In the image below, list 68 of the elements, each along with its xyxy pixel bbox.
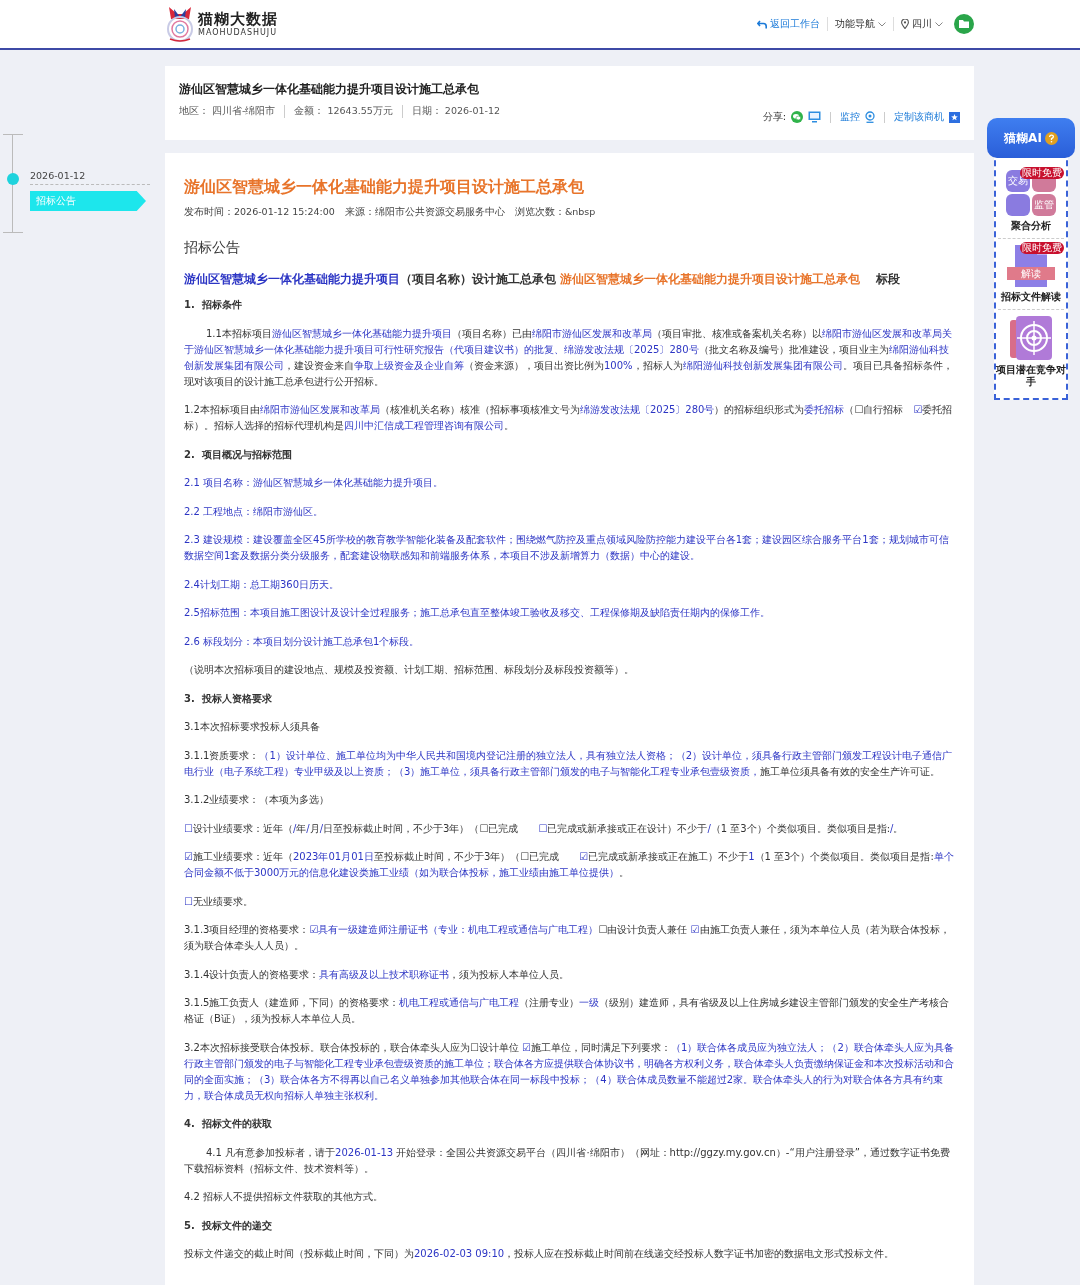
paragraph: 3.1.1资质要求：（1）设计单位、施工单位均为中华人民共和国境内登记注册的独立法人，具有独立法人资格；（2）设计单位，须具备行政主管部门颁发工程设计电子通信广电行业（电子系统工程）专业甲级及以上资质；（3）施工单位，须具备行政主管部门颁发的电子与智能化工程专业承包壹级资质，施工单位须具备有效的安全生产许可证。	[184, 748, 954, 779]
star-bookmark-icon	[949, 111, 960, 123]
subscribe-link[interactable]: 定制该商机	[894, 110, 944, 124]
free-trial-badge: 限时免费	[1020, 242, 1064, 254]
webcam-icon	[865, 111, 875, 123]
logo-name: 猫糊大数据	[198, 11, 278, 28]
paragraph: ☐无业绩要求。	[184, 894, 254, 909]
paragraph: 3.1.4设计负责人的资格要求：具有高级及以上技术职称证书，须为投标人本单位人员。	[184, 967, 571, 982]
target-book-icon	[1010, 316, 1052, 360]
paragraph: ☐设计业绩要求：近年（/年/月/日至投标截止时间，不少于3年）（☐已完成 ☐已完成或新承接或正在设计）不少于/（1 至3个）个类似项目。类似项目是指:/。	[184, 821, 905, 836]
meta-text: 浏览次数：&nbsp	[514, 206, 596, 219]
ai-panel-title: 猫糊AI	[1004, 129, 1042, 147]
paragraph: 2.1 项目名称：游仙区智慧城乡一体化基础能力提升项目。	[184, 476, 445, 490]
meta-text: 来源：绵阳市公共资源交易服务中心	[344, 206, 505, 219]
paragraph: 2.6 标段划分：本项目划分设计施工总承包1个标段。	[184, 634, 421, 649]
ai-tool-label[interactable]: 项目潜在竞争对手	[995, 364, 1067, 388]
paragraph: 3.1.2业绩要求：（本项为多选）	[184, 793, 331, 807]
interpret-ribbon: 解读	[1007, 267, 1055, 280]
share-label: 分享:	[762, 110, 786, 124]
caret-icon	[935, 21, 943, 27]
paragraph: 1.1本招标项目游仙区智慧城乡一体化基础能力提升项目（项目名称）已由绵阳市游仙区发展和改革局（项目审批、核准或备案机关名称）以绵阳市游仙区发展和改革局关于游仙区智慧城乡一体化基础能力提升项目可行性研究报告（代项目建议书）的批复、绵游发改法规〔2025〕280号（批文名称及编号）批准建设，项目业主为绵阳游仙科技创新发展集团有限公司，建设资金来自争取上级资金及企业自筹（资金来源），项目出资比例为100%，招标人为绵阳游仙科技创新发展集团有限公司。项目已具备招标条件，现对该项目的设计施工总承包进行公开招标。	[184, 326, 954, 389]
paragraph: 2.2 工程地点：绵阳市游仙区。	[184, 504, 325, 519]
ai-tool-label[interactable]: 招标文件解读	[995, 291, 1067, 303]
paragraph: 1.2本招标项目由绵阳市游仙区发展和改革局（核准机关名称）核准（招标事项核准文号为绵游发改法规〔2025〕280号）的招标组织形式为委托招标（☐自行招标 ☑委托招标）。招标人选择的招标代理机构是四川中汇信成工程管理咨询有限公司。	[184, 403, 954, 433]
caret-icon	[878, 21, 886, 27]
meta-text: 发布时间：2026-01-12 15:24:00	[184, 206, 335, 219]
paragraph: 2.3 建设规模：建设覆盖全区45所学校的教育教学智能化装备及配套软件；围绕燃气防控及重点领域风险防控能力建设平台各1套；建设园区综合服务平台1套；规划城市可信数据空间1套及数据分类分级服务，配套建设物联感知和前端服务体系，本项目不涉及新增算力（数据）中心的建设。	[184, 533, 950, 563]
tile: 监管	[1032, 194, 1056, 216]
paragraph: 投标文件递交的截止时间（投标截止时间，下同）为2026-02-03 09:10，投标人应在投标截止时间前在线递交经投标人数字证书加密的数据电文形式投标文件。	[184, 1247, 896, 1261]
back-to-workbench-link[interactable]: 返回工作台	[770, 17, 820, 31]
location-pin-icon	[901, 19, 909, 29]
section-title: 招标公告	[184, 239, 241, 255]
paragraph: 3.1.5施工负责人（建造师，下同）的资格要求：机电工程或通信与广电工程（注册专业）一级（级别）建造师，具有省级及以上住房城乡建设主管部门颁发的安全生产考核合格证（B证），须为投标人本单位人员。	[184, 996, 951, 1026]
meta-text: 金额： 12643.55万元	[284, 105, 402, 118]
help-icon[interactable]	[1044, 131, 1058, 145]
meta-text: 日期： 2026-01-12	[401, 105, 510, 118]
paragraph: 3.2本次招标接受联合体投标。联合体投标的，联合体牵头人应为☐设计单位 ☑施工单位，同时满足下列要求：（1）联合体各成员应为独立法人；（2）联合体牵头人应为具备行政主管部门颁发的电子与智能化工程专业承包壹级资质的施工单位；联合体各方应提供联合体协议书，明确各方权利义务，联合体牵头人负责缴纳保证金和本次投标活动和合同的全面实施；（3）联合体各方不得再以自己名义单独参加其他联合体在同一标段中投标；（4）联合体成员数量不能超过2家。联合体牵头人的行为对联合体各方具有约束力，联合体成员无权向招标人单独主张权利。	[184, 1040, 955, 1103]
paragraph: ☑施工业绩要求：近年（2023年01月01日至投标截止时间，不少于3年）（☐已完成 ☑已完成或新承接或正在施工）不少于1（1 至3个）个类似项目。类似项目是指:单个合同金额不低于3000万元的信息化建设类施工业绩（如为联合体投标，施工业绩由施工单位提供）。	[184, 850, 955, 880]
paragraph: 2.5招标范围：本项目施工图设计及设计全过程服务；施工总承包直至整体竣工验收及移交、工程保修期及缺陷责任期内的保修工作。	[184, 606, 771, 620]
project-title: 游仙区智慧城乡一体化基础能力提升项目设计施工总承包	[179, 81, 480, 98]
paragraph: （说明本次招标项目的建设地点、规模及投资额、计划工期、招标范围、标段划分及标段投资额等）。	[184, 663, 635, 677]
paragraph: 4.1 凡有意参加投标者，请于2026-01-13 开始登录：全国公共资源交易平台（四川省·绵阳市）（网址：http://ggzy.my.gov.cn）-“用户注册登录”，通过数字证书免费下载招标资料（招标文件、技术资料等）。	[184, 1145, 951, 1176]
ai-tool-label[interactable]: 聚合分析	[995, 220, 1067, 232]
paragraph: 3.1.3项目经理的资格要求：☑具有一级建造师注册证书（专业：机电工程或通信与广电工程）☐由设计负责人兼任 ☑由施工负责人兼任，须为本单位人员（若为联合体投标，须为联合体牵头人人员）。	[184, 923, 951, 953]
paragraph: 2.4计划工期：总工期360日历天。	[184, 577, 340, 592]
section-heading: 4. 招标文件的获取	[184, 1117, 273, 1131]
section-heading: 1. 招标条件	[184, 298, 243, 312]
section-heading: 3. 投标人资格要求	[184, 691, 273, 706]
logo-subtitle: MAOHUDASHUJU	[198, 28, 278, 37]
timeline-date: 2026-01-12	[30, 170, 86, 183]
monitor-icon[interactable]	[808, 111, 821, 123]
paragraph: 4.2 招标人不提供招标文件获取的其他方式。	[184, 1190, 385, 1204]
monitor-link[interactable]: 监控	[840, 110, 860, 124]
wechat-icon[interactable]	[791, 111, 803, 123]
logo-icon	[165, 5, 195, 43]
project-heading: 游仙区智慧城乡一体化基础能力提升项目（项目名称）设计施工总承包 游仙区智慧城乡一体化基础能力提升项目设计施工总承包 标段	[184, 271, 902, 287]
folder-button[interactable]	[954, 14, 974, 34]
back-icon	[757, 19, 767, 29]
tile	[1006, 194, 1030, 216]
region-menu[interactable]: 四川	[912, 17, 932, 31]
section-heading: 2. 项目概况与招标范围	[184, 447, 293, 462]
timeline-dot	[7, 173, 19, 185]
paragraph: 3.1本次招标要求投标人须具备	[184, 720, 321, 734]
folder-icon	[959, 20, 969, 28]
meta-text: 地区： 四川省-绵阳市	[179, 105, 277, 118]
article-title: 游仙区智慧城乡一体化基础能力提升项目设计施工总承包	[184, 179, 585, 195]
feature-nav-menu[interactable]: 功能导航	[835, 17, 875, 31]
section-heading: 5. 投标文件的递交	[184, 1218, 273, 1233]
